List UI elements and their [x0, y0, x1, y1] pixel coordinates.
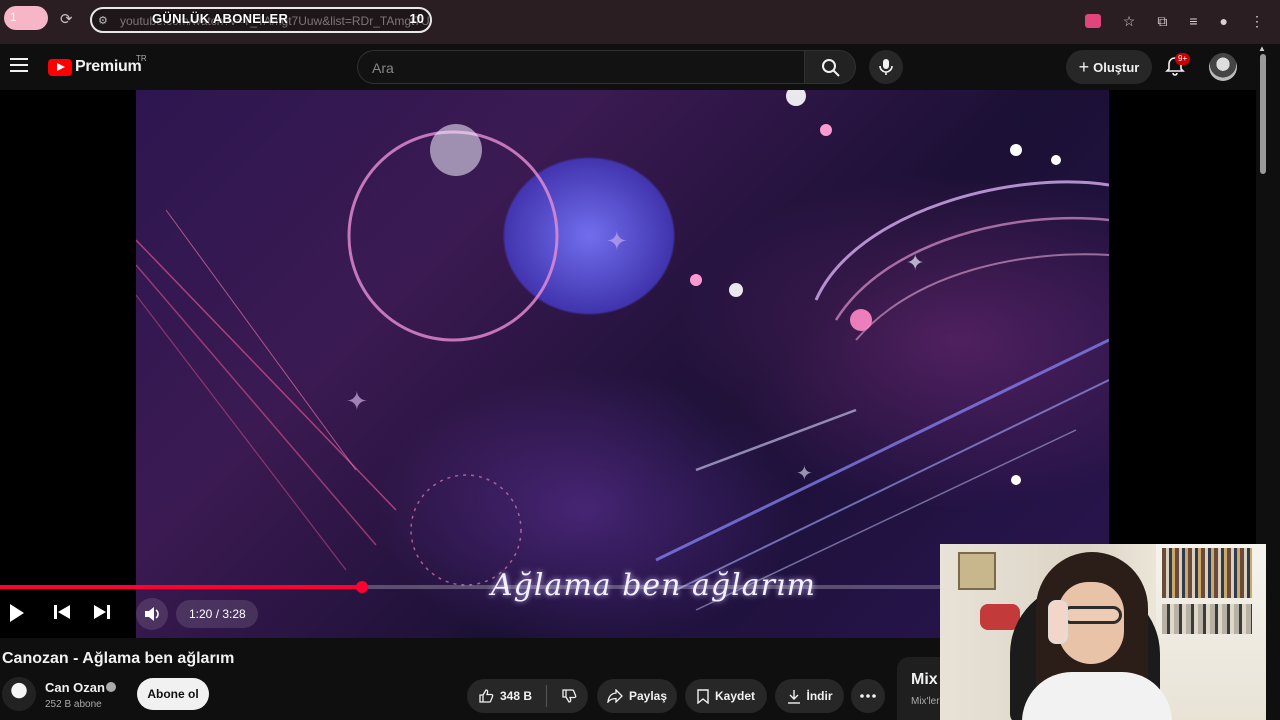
channel-name[interactable]: Can Ozan	[45, 680, 105, 695]
microphone-icon	[879, 59, 893, 75]
browser-action-icons: ☆ ⧉ ≡ ● ⋮	[1084, 12, 1264, 30]
previous-icon[interactable]	[52, 602, 72, 622]
logo-text: Premium	[75, 58, 142, 75]
like-count[interactable]: 348 B	[500, 689, 532, 703]
next-icon[interactable]	[92, 602, 112, 622]
cast-icon[interactable]	[1084, 14, 1101, 28]
headphones	[1048, 600, 1068, 644]
notifications-badge: 9+	[1175, 53, 1191, 65]
player-letterbox-left	[0, 90, 136, 638]
books-row	[1162, 548, 1252, 598]
wall-poster	[958, 552, 996, 590]
country-code: TR	[136, 54, 147, 63]
reload-icon[interactable]: ⟳	[60, 12, 76, 28]
time-text: 1:20 / 3:28	[189, 607, 246, 621]
more-horizontal-icon	[860, 694, 876, 698]
stream-overlay-title: GÜNLÜK ABONELER	[152, 11, 289, 26]
verified-icon	[106, 682, 116, 692]
svg-text:✦: ✦	[796, 463, 813, 485]
site-info-icon[interactable]: ⚙	[98, 14, 108, 27]
search-input[interactable]: Ara	[357, 50, 804, 84]
profile-icon[interactable]: ●	[1220, 12, 1228, 30]
share-label: Paylaş	[628, 689, 668, 703]
scroll-up-icon[interactable]: ▲	[1258, 44, 1266, 53]
subscriber-count: 252 B abone	[45, 699, 102, 710]
browser-menu-icon[interactable]: ⋮	[1250, 12, 1264, 30]
address-bar[interactable]: ⚙ youtube.com/watch?v=T_TAmgt7Uuw&list=R…	[90, 7, 432, 33]
bookmark-star-icon[interactable]: ☆	[1123, 12, 1136, 30]
svg-text:✦: ✦	[346, 386, 368, 416]
youtube-logo[interactable]: Premium TR	[48, 54, 147, 76]
progress-scrubber[interactable]	[355, 581, 368, 593]
voice-search-button[interactable]	[869, 50, 903, 84]
play-icon[interactable]	[8, 602, 26, 624]
subscribe-button[interactable]: Abone ol	[137, 678, 209, 710]
progress-bar[interactable]	[0, 581, 940, 593]
webcam-overlay	[940, 544, 1266, 720]
share-button[interactable]: Paylaş	[597, 679, 677, 713]
media-control-icon[interactable]: ≡	[1189, 12, 1197, 30]
thumbs-down-icon[interactable]	[561, 688, 577, 704]
browser-toolbar: 1 ⟳ ⚙ youtube.com/watch?v=T_TAmgt7Uuw&li…	[0, 0, 1280, 44]
thumbs-up-icon[interactable]	[478, 688, 494, 704]
share-icon	[607, 689, 623, 703]
player-letterbox-right	[1109, 90, 1256, 544]
plus-icon: +	[1078, 56, 1090, 77]
bookmark-icon	[697, 688, 709, 704]
more-actions-button[interactable]	[851, 679, 885, 713]
site-header: Premium TR Ara + Oluştur 9+	[0, 44, 1256, 90]
volume-icon	[145, 607, 159, 621]
books-row	[1162, 604, 1252, 634]
download-icon	[787, 689, 800, 704]
create-label: Oluştur	[1093, 59, 1140, 75]
download-label: İndir	[806, 689, 833, 703]
like-dislike-group: 348 B	[467, 679, 588, 713]
save-button[interactable]: Kaydet	[685, 679, 767, 713]
tab-badge-count: 1	[10, 10, 17, 24]
search-placeholder: Ara	[372, 60, 394, 76]
download-button[interactable]: İndir	[775, 679, 844, 713]
player-controls: 1:20 / 3:28	[0, 598, 940, 630]
account-avatar[interactable]	[1209, 53, 1237, 81]
save-label: Kaydet	[714, 689, 755, 703]
stream-overlay-count: 10	[409, 11, 424, 26]
scrollbar-thumb[interactable]	[1260, 54, 1266, 174]
volume-button[interactable]	[136, 598, 168, 630]
mix-subtitle: Mix'ler	[911, 696, 940, 707]
background-object	[980, 604, 1020, 630]
youtube-play-icon	[48, 58, 72, 76]
notifications-button[interactable]: 9+	[1164, 53, 1191, 79]
svg-text:✦: ✦	[606, 226, 628, 256]
video-title: Canozan - Ağlama ben ağlarım	[2, 650, 235, 667]
extensions-icon[interactable]: ⧉	[1157, 12, 1167, 30]
glasses	[1062, 606, 1122, 624]
mix-title: Mix	[911, 671, 938, 688]
search-button[interactable]	[804, 50, 856, 84]
channel-avatar[interactable]	[2, 677, 36, 711]
tab-badge[interactable]: 1	[4, 6, 48, 30]
time-display[interactable]: 1:20 / 3:28	[176, 600, 258, 628]
search-icon	[822, 59, 840, 77]
like-divider	[546, 685, 548, 707]
svg-text:✦: ✦	[906, 250, 924, 275]
menu-icon[interactable]	[10, 58, 28, 76]
progress-fill	[0, 585, 362, 589]
create-button[interactable]: + Oluştur	[1066, 50, 1152, 84]
